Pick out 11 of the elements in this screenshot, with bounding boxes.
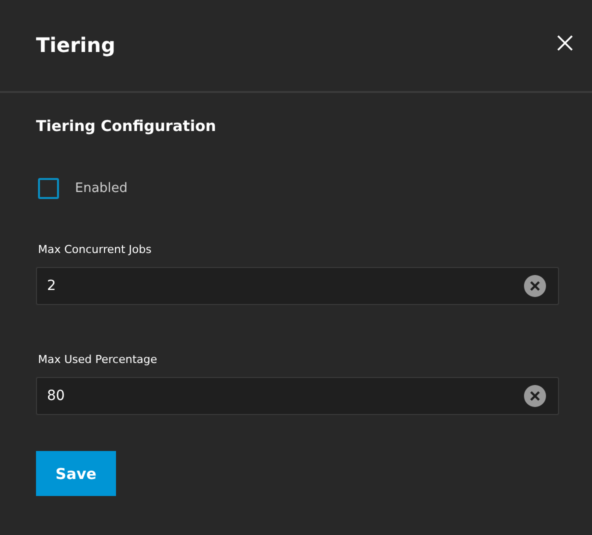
clear-icon[interactable] bbox=[524, 385, 546, 407]
field-label: Max Concurrent Jobs bbox=[37, 243, 152, 257]
clear-icon[interactable] bbox=[524, 275, 546, 297]
input-field[interactable]: 2 bbox=[36, 267, 559, 305]
field-label: Max Used Percentage bbox=[37, 353, 158, 367]
input-field[interactable]: 80 bbox=[36, 377, 559, 415]
checkbox-label: Enabled bbox=[75, 181, 128, 196]
section-title: Tiering Configuration bbox=[36, 116, 218, 137]
enabled-checkbox[interactable] bbox=[38, 178, 59, 199]
close-icon[interactable] bbox=[557, 34, 573, 50]
dialog-title: Tiering bbox=[36, 32, 116, 58]
